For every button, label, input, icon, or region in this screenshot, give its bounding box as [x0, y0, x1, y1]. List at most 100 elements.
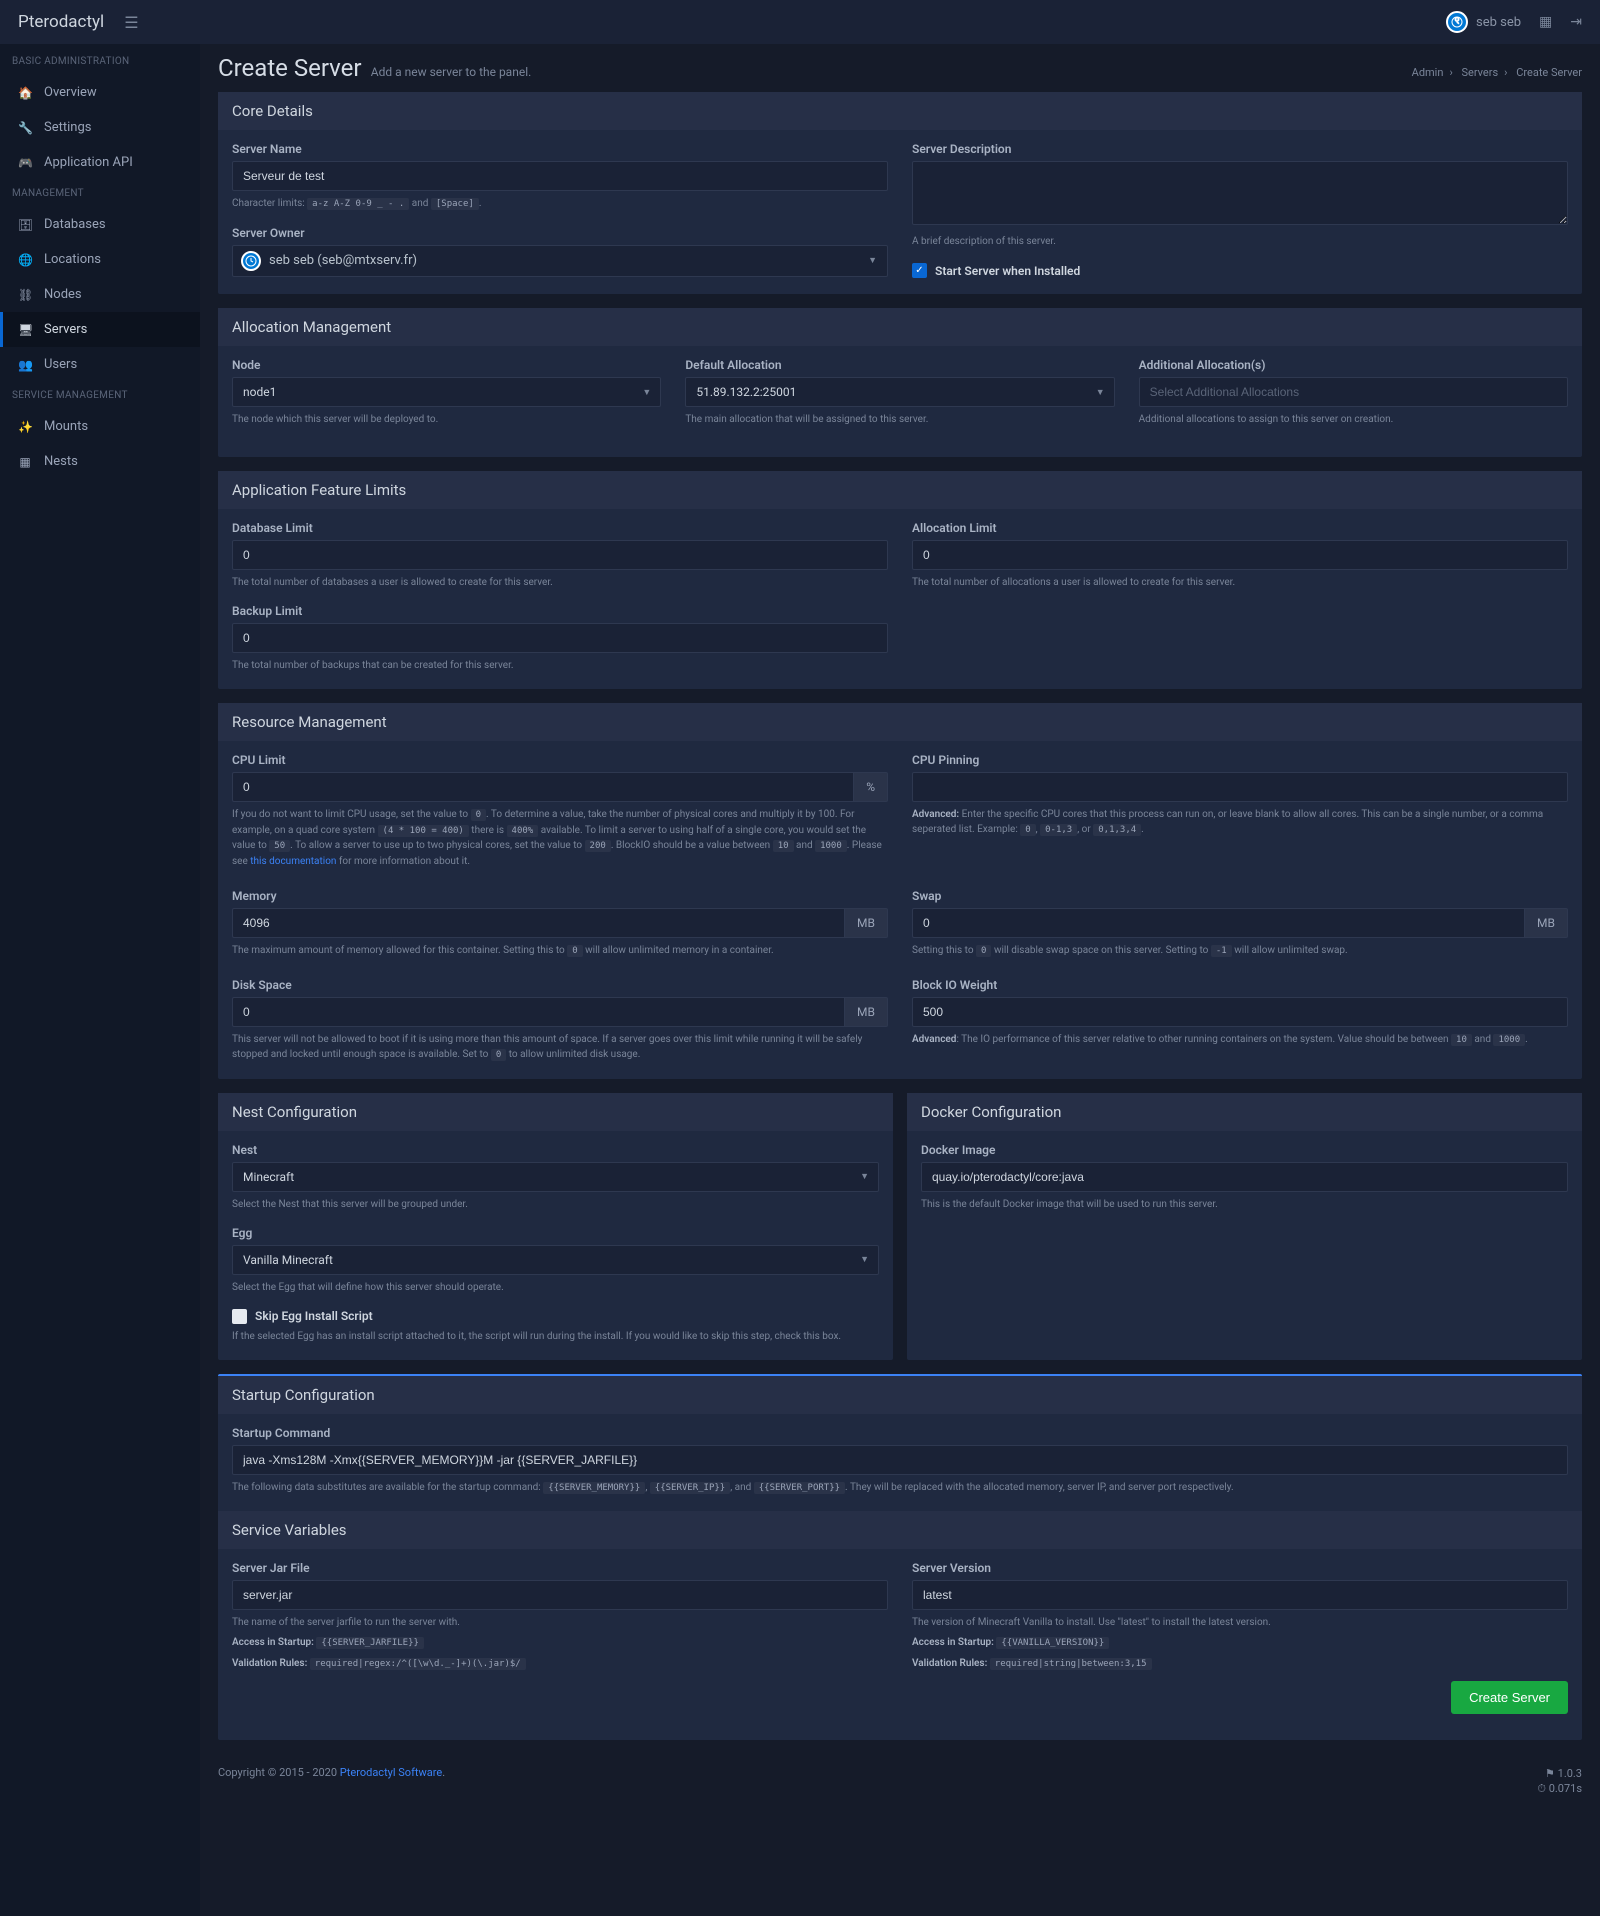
- breadcrumb: Admin› Servers› Create Server: [1412, 66, 1582, 79]
- server-desc-input[interactable]: [912, 161, 1568, 225]
- sidebar-header-mgmt: MANAGEMENT: [0, 180, 200, 207]
- server-name-input[interactable]: [232, 161, 888, 191]
- panel-header-startup: Startup Configuration: [218, 1376, 1582, 1414]
- label-default-alloc: Default Allocation: [685, 358, 1114, 372]
- panel-header-limits: Application Feature Limits: [218, 471, 1582, 509]
- brand[interactable]: Pterodactyl: [18, 12, 104, 32]
- node-help: The node which this server will be deplo…: [232, 412, 661, 427]
- panel-header-svcvars: Service Variables: [218, 1511, 1582, 1549]
- cpu-pinning-help: Advanced: Enter the specific CPU cores t…: [912, 807, 1568, 838]
- egg-select[interactable]: Vanilla Minecraft▼: [232, 1245, 879, 1275]
- disk-input[interactable]: [232, 997, 844, 1027]
- sidebar-item-servers[interactable]: 🖥Servers: [0, 312, 200, 347]
- server-icon: 🖥: [18, 323, 32, 337]
- label-cpu-pinning: CPU Pinning: [912, 753, 1568, 767]
- server-version-help: The version of Minecraft Vanilla to inst…: [912, 1615, 1568, 1630]
- magic-icon: ✨: [18, 420, 32, 434]
- skip-egg-checkbox[interactable]: [232, 1309, 247, 1324]
- topbar: Pterodactyl ☰ seb seb ▦ ⇥: [0, 0, 1600, 44]
- nest-help: Select the Nest that this server will be…: [232, 1197, 879, 1212]
- db-limit-help: The total number of databases a user is …: [232, 575, 888, 590]
- io-input[interactable]: [912, 997, 1568, 1027]
- hamburger-icon[interactable]: ☰: [124, 13, 138, 32]
- label-startup-cmd: Startup Command: [232, 1426, 1568, 1440]
- sidebar-item-nests[interactable]: ▦Nests: [0, 444, 200, 479]
- default-alloc-help: The main allocation that will be assigne…: [685, 412, 1114, 427]
- main-content: Create Server Add a new server to the pa…: [200, 44, 1600, 1916]
- grid-icon[interactable]: ▦: [1539, 14, 1552, 30]
- startup-cmd-help: The following data substitutes are avail…: [232, 1480, 1568, 1496]
- backup-limit-help: The total number of backups that can be …: [232, 658, 888, 673]
- docker-image-input[interactable]: [921, 1162, 1568, 1192]
- jar-file-help: The name of the server jarfile to run th…: [232, 1615, 888, 1630]
- backup-limit-input[interactable]: [232, 623, 888, 653]
- default-alloc-select[interactable]: 51.89.132.2:25001▼: [685, 377, 1114, 407]
- db-limit-input[interactable]: [232, 540, 888, 570]
- cpu-doc-link[interactable]: this documentation: [250, 856, 336, 867]
- sidebar-item-locations[interactable]: 🌐Locations: [0, 242, 200, 277]
- chevron-down-icon: ▼: [860, 1254, 869, 1265]
- nest-select[interactable]: Minecraft▼: [232, 1162, 879, 1192]
- cpu-pinning-input[interactable]: [912, 772, 1568, 802]
- cpu-limit-input[interactable]: [232, 772, 853, 802]
- chevron-down-icon: ▼: [642, 387, 651, 398]
- footer-link[interactable]: Pterodactyl Software: [340, 1766, 442, 1779]
- start-on-install-checkbox[interactable]: ✓: [912, 263, 927, 278]
- swap-input[interactable]: [912, 908, 1524, 938]
- label-alloc-limit: Allocation Limit: [912, 521, 1568, 535]
- disk-help: This server will not be allowed to boot …: [232, 1032, 888, 1063]
- sidebar-item-databases[interactable]: 🗄Databases: [0, 207, 200, 242]
- addl-alloc-help: Additional allocations to assign to this…: [1139, 412, 1568, 427]
- startup-cmd-input[interactable]: [232, 1445, 1568, 1475]
- panel-startup: Startup Configuration Startup Command Th…: [218, 1374, 1582, 1741]
- swap-help: Setting this to 0 will disable swap spac…: [912, 943, 1568, 959]
- footer-time: ⏱ 0.071s: [1537, 1781, 1582, 1796]
- sidebar-item-api[interactable]: 🎮Application API: [0, 145, 200, 180]
- panel-allocation: Allocation Management Node node1▼ The no…: [218, 308, 1582, 457]
- alloc-limit-input[interactable]: [912, 540, 1568, 570]
- sidebar-item-overview[interactable]: 🏠Overview: [0, 75, 200, 110]
- server-desc-help: A brief description of this server.: [912, 234, 1568, 249]
- disk-unit: MB: [844, 997, 888, 1027]
- memory-unit: MB: [844, 908, 888, 938]
- memory-input[interactable]: [232, 908, 844, 938]
- chevron-down-icon: ▼: [860, 1171, 869, 1182]
- cpu-help: If you do not want to limit CPU usage, s…: [232, 807, 888, 869]
- panel-header-nest: Nest Configuration: [218, 1093, 893, 1131]
- label-disk: Disk Space: [232, 978, 888, 992]
- label-nest: Nest: [232, 1143, 879, 1157]
- create-server-button[interactable]: Create Server: [1451, 1681, 1568, 1714]
- sidebar-item-nodes[interactable]: ⛓Nodes: [0, 277, 200, 312]
- skip-egg-help: If the selected Egg has an install scrip…: [232, 1329, 879, 1344]
- user-badge[interactable]: seb seb: [1446, 11, 1521, 33]
- node-select[interactable]: node1▼: [232, 377, 661, 407]
- label-addl-alloc: Additional Allocation(s): [1139, 358, 1568, 372]
- panel-core: Core Details Server Name Character limit…: [218, 92, 1582, 294]
- server-version-input[interactable]: [912, 1580, 1568, 1610]
- jar-file-input[interactable]: [232, 1580, 888, 1610]
- addl-alloc-input[interactable]: [1139, 377, 1568, 407]
- sidebar-item-users[interactable]: 👥Users: [0, 347, 200, 382]
- logout-icon[interactable]: ⇥: [1570, 14, 1582, 30]
- breadcrumb-servers[interactable]: Servers: [1461, 66, 1498, 79]
- panel-resource: Resource Management CPU Limit % If you d…: [218, 703, 1582, 1079]
- sidebar-item-mounts[interactable]: ✨Mounts: [0, 409, 200, 444]
- egg-help: Select the Egg that will define how this…: [232, 1280, 879, 1295]
- label-node: Node: [232, 358, 661, 372]
- owner-avatar-icon: [241, 251, 261, 271]
- label-backup-limit: Backup Limit: [232, 604, 888, 618]
- user-name: seb seb: [1476, 15, 1521, 30]
- panel-docker: Docker Configuration Docker Image This i…: [907, 1093, 1582, 1360]
- memory-help: The maximum amount of memory allowed for…: [232, 943, 888, 959]
- panel-header-allocation: Allocation Management: [218, 308, 1582, 346]
- home-icon: 🏠: [18, 86, 32, 100]
- label-server-version: Server Version: [912, 1561, 1568, 1575]
- sidebar-item-settings[interactable]: 🔧Settings: [0, 110, 200, 145]
- start-on-install-label: Start Server when Installed: [935, 264, 1080, 278]
- label-egg: Egg: [232, 1226, 879, 1240]
- server-name-help: Character limits: a-z A-Z 0-9 _ - . and …: [232, 196, 888, 212]
- chevron-down-icon: ▼: [868, 255, 877, 266]
- server-owner-select[interactable]: seb seb (seb@mtxserv.fr) ▼: [232, 245, 888, 277]
- label-db-limit: Database Limit: [232, 521, 888, 535]
- breadcrumb-admin[interactable]: Admin: [1412, 66, 1444, 79]
